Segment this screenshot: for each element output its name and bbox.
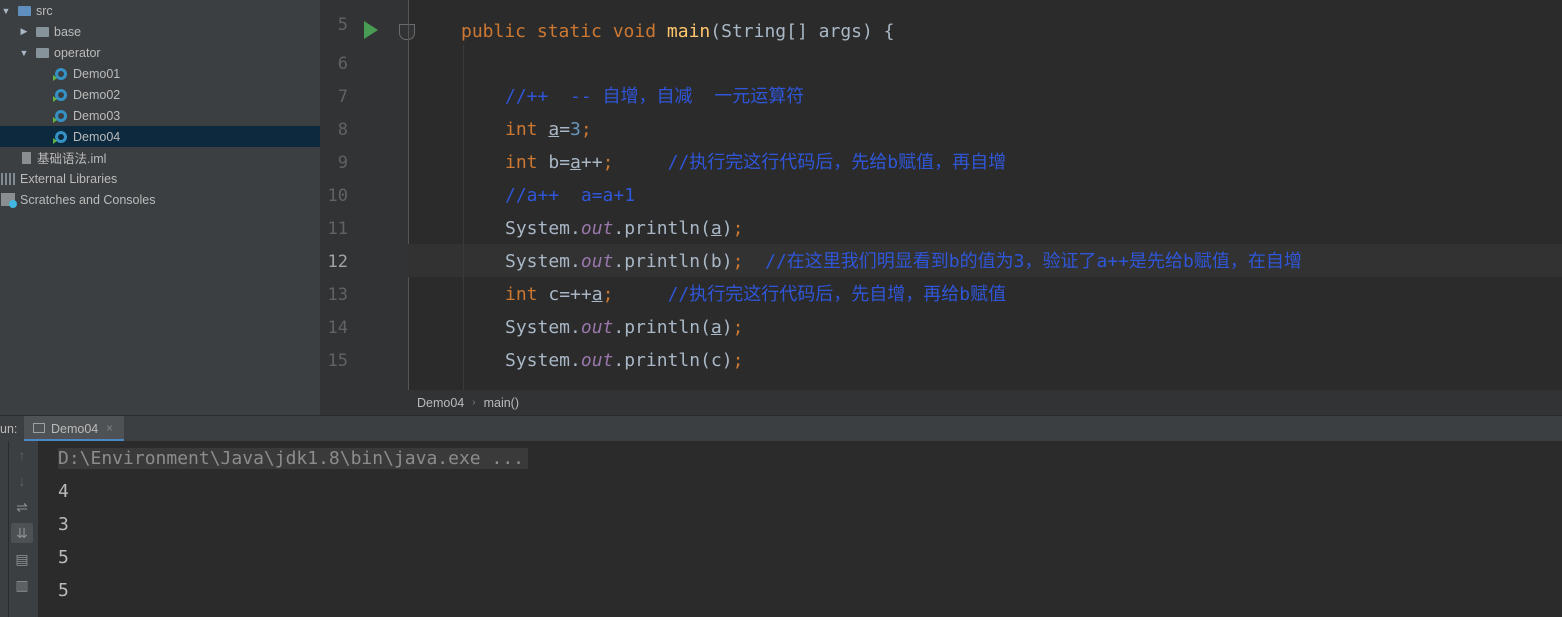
- line-number: 8: [337, 120, 348, 140]
- soft-wrap-icon[interactable]: ⇌: [11, 497, 33, 517]
- line-number: 5: [337, 15, 348, 35]
- console-icon: [33, 423, 45, 433]
- toolbar-divider: [0, 441, 9, 617]
- line-number: 10: [327, 186, 348, 206]
- expanded-arrow-icon[interactable]: ▼: [18, 48, 30, 58]
- tree-item-demo03[interactable]: Demo03: [0, 105, 320, 126]
- run-panel-label: un:: [0, 422, 18, 436]
- breadcrumb-separator-icon: ›: [472, 397, 476, 408]
- code-line-8: int a=3;: [505, 119, 592, 140]
- breadcrumb-method[interactable]: main(): [484, 396, 519, 410]
- breadcrumb-class[interactable]: Demo04: [417, 396, 464, 410]
- tree-item-label: 基础语法.iml: [37, 152, 107, 166]
- tree-item-label: Demo03: [73, 108, 121, 123]
- tree-item-label: Demo04: [73, 129, 121, 144]
- console-output-line: 3: [58, 514, 69, 535]
- java-class-icon: [53, 88, 67, 102]
- indent-guide: [463, 45, 464, 390]
- java-class-icon: [53, 109, 67, 123]
- tree-item-demo04[interactable]: Demo04: [0, 126, 320, 147]
- code-line-12: System.out.println(b); //在这里我们明显看到b的值为3，…: [505, 251, 1302, 272]
- run-tab-label: Demo04: [51, 422, 99, 436]
- expanded-arrow-icon[interactable]: ▼: [0, 6, 12, 16]
- fold-marker-icon[interactable]: [399, 24, 415, 40]
- tree-item-label: Demo02: [73, 87, 121, 102]
- tree-item-label: Demo01: [73, 66, 121, 81]
- code-line-9: int b=a++; //执行完这行代码后，先给b赋值，再自增: [505, 152, 1007, 173]
- tree-item-label: src: [36, 3, 53, 18]
- console-output-line: 5: [58, 580, 69, 601]
- console-output-line: 4: [58, 481, 69, 502]
- line-number: 13: [327, 285, 348, 305]
- line-number: 9: [337, 153, 348, 173]
- close-icon[interactable]: ×: [106, 421, 113, 435]
- tree-item-external-libraries[interactable]: External Libraries: [0, 168, 320, 189]
- tree-item-base[interactable]: ▶ base: [0, 21, 320, 42]
- console-output-line: 5: [58, 547, 69, 568]
- tree-item-demo01[interactable]: Demo01: [0, 63, 320, 84]
- line-number-current: 12: [327, 252, 348, 272]
- trash-icon[interactable]: ▥: [11, 575, 33, 595]
- tree-item-operator[interactable]: ▼ operator: [0, 42, 320, 63]
- tree-item-label: External Libraries: [20, 171, 118, 186]
- line-number: 15: [327, 351, 348, 371]
- code-line-5: public static void main(String[] args) {: [461, 21, 895, 42]
- breadcrumb: Demo04 › main(): [320, 390, 1562, 415]
- package-icon: [36, 47, 49, 58]
- code-line-11: System.out.println(a);: [505, 218, 744, 239]
- code-line-10: //a++ a=a+1: [505, 185, 636, 206]
- line-number: 6: [337, 54, 348, 74]
- project-tree: ▼ src ▶ base ▼ operator Demo01 Demo02 De…: [0, 0, 320, 415]
- code-line-7: //++ -- 自增，自减 一元运算符: [505, 86, 805, 107]
- run-gutter-icon[interactable]: [364, 21, 378, 39]
- code-line-15: System.out.println(c);: [505, 350, 744, 371]
- package-icon: [36, 26, 49, 37]
- collapsed-arrow-icon[interactable]: ▶: [18, 26, 30, 37]
- up-arrow-icon[interactable]: ↑: [11, 445, 33, 465]
- java-class-icon: [53, 67, 67, 81]
- line-number: 7: [337, 87, 348, 107]
- code-line-14: System.out.println(a);: [505, 317, 744, 338]
- run-toolbar: ↑ ↓ ⇌ ⇊ ▤ ▥: [0, 441, 38, 617]
- scratches-icon: [1, 193, 17, 208]
- run-tab-demo04[interactable]: Demo04 ×: [24, 416, 124, 442]
- run-tool-window-header: un: Demo04 ×: [0, 415, 1562, 442]
- print-icon[interactable]: ▤: [11, 549, 33, 569]
- java-class-icon: [53, 130, 67, 144]
- tree-item-src[interactable]: ▼ src: [0, 0, 320, 21]
- code-editor[interactable]: 5 6 7 8 9 10 11 12 13 14 15 public stati…: [320, 0, 1562, 390]
- tree-item-label: operator: [54, 45, 101, 60]
- gutter-divider: [408, 0, 409, 390]
- tree-item-iml-file[interactable]: 基础语法.iml: [0, 147, 320, 168]
- line-number: 11: [327, 219, 348, 239]
- down-arrow-icon[interactable]: ↓: [11, 471, 33, 491]
- line-number: 14: [327, 318, 348, 338]
- source-folder-icon: [18, 5, 31, 16]
- file-icon: [22, 151, 31, 164]
- code-line-13: int c=++a; //执行完这行代码后，先自增，再给b赋值: [505, 284, 1007, 305]
- tree-item-demo02[interactable]: Demo02: [0, 84, 320, 105]
- editor-gutter: 5 6 7 8 9 10 11 12 13 14 15: [320, 0, 415, 390]
- libraries-icon: [1, 172, 15, 185]
- tree-item-label: base: [54, 24, 82, 39]
- console-command: D:\Environment\Java\jdk1.8\bin\java.exe …: [58, 448, 528, 469]
- scroll-to-end-icon[interactable]: ⇊: [11, 523, 33, 543]
- tree-item-scratches[interactable]: Scratches and Consoles: [0, 189, 320, 210]
- console-output[interactable]: D:\Environment\Java\jdk1.8\bin\java.exe …: [38, 441, 1562, 617]
- tree-item-label: Scratches and Consoles: [20, 192, 156, 207]
